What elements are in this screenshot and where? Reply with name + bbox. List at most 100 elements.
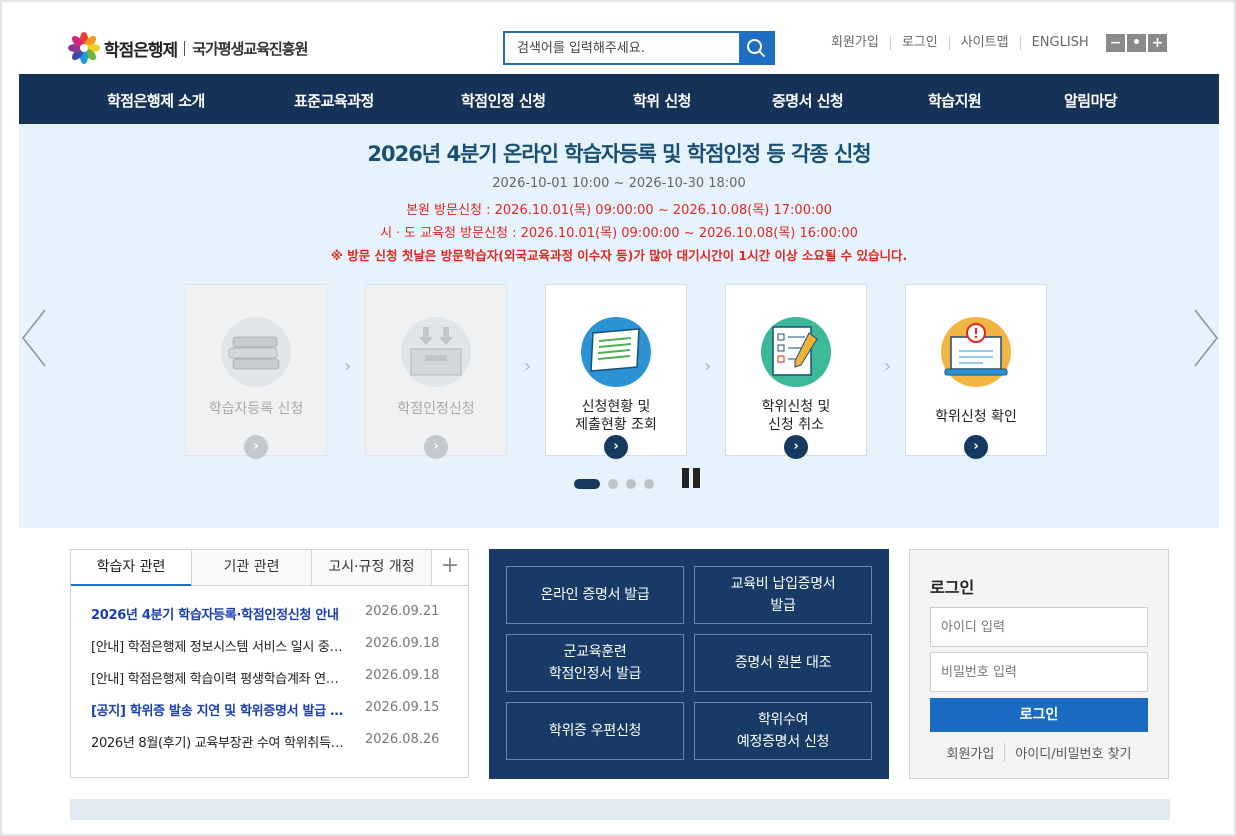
document-list-icon [581, 317, 651, 387]
step-label: 학위신청 확인 [935, 409, 1017, 425]
list-item[interactable]: [안내] 학점은행제 학습이력 평생학습계좌 연계 안내 2026.09.18 [91, 668, 451, 700]
login-box: 로그인 로그인 회원가입 아이디/비밀번호 찾기 [909, 549, 1169, 779]
slide-dot[interactable] [644, 479, 654, 489]
tab-regulation[interactable]: 고시·규정 개정 [311, 550, 431, 586]
notice-board: 학습자 관련 기관 관련 고시·규정 개정 + 2026년 4분기 학습자등록·… [70, 549, 469, 778]
quick-menu: 온라인 증명서 발급 교육비 납입증명서 발급 군교육훈련 학점인정서 발급 증… [489, 549, 889, 779]
books-icon [221, 317, 291, 387]
quick-label-2: 예정증명서 신청 [736, 734, 830, 750]
diploma-mail-button[interactable]: 학위증 우편신청 [506, 702, 684, 760]
search-input[interactable] [505, 33, 739, 63]
step-go-icon[interactable]: › [964, 435, 988, 459]
login-link[interactable]: 로그인 [889, 36, 949, 50]
notice-title[interactable]: 2026년 8월(후기) 교육부장관 수여 학위취득자 안내 [91, 732, 345, 751]
quick-label: 학위수여 [757, 712, 809, 728]
list-item[interactable]: 2026년 4분기 학습자등록·학점인정신청 안내 2026.09.21 [91, 604, 451, 636]
join-link[interactable]: 회원가입 [937, 743, 1005, 762]
quick-label-2: 발급 [770, 598, 796, 614]
step-degree-confirm[interactable]: 학위신청 확인 › [905, 284, 1047, 459]
site-logo[interactable]: 학점은행제 국가평생교육진흥원 [68, 32, 308, 64]
tab-institution[interactable]: 기관 관련 [191, 550, 311, 586]
step-separator-icon: › [524, 356, 532, 377]
banner-title: 2026년 4분기 온라인 학습자등록 및 학점인정 등 각종 신청 [367, 142, 871, 166]
banner-visit-office: 시ㆍ도 교육청 방문신청 : 2026.10.01(목) 09:00:00 ~ … [380, 226, 858, 241]
page-frame: 학점은행제 국가평생교육진흥원 회원가입 로그인 사이트맵 ENGLISH − … [0, 0, 1236, 836]
military-credit-button[interactable]: 군교육훈련 학점인정서 발급 [506, 634, 684, 692]
notice-date: 2026.09.21 [365, 604, 440, 619]
nav-intro[interactable]: 학점은행제 소개 [107, 90, 205, 111]
notice-title[interactable]: [안내] 학점은행제 학습이력 평생학습계좌 연계 안내 [91, 668, 345, 687]
quick-label: 교육비 납입증명서 [730, 576, 836, 592]
login-links: 회원가입 아이디/비밀번호 찾기 [930, 743, 1148, 762]
notice-list: 2026년 4분기 학습자등록·학점인정신청 안내 2026.09.21 [안내… [91, 604, 451, 764]
tuition-certificate-button[interactable]: 교육비 납입증명서 발급 [694, 566, 872, 624]
quick-label: 학위증 우편신청 [548, 723, 642, 739]
slide-dot[interactable] [626, 479, 636, 489]
slide-next-icon[interactable] [1189, 308, 1219, 368]
nav-degree-application[interactable]: 학위 신청 [633, 90, 691, 111]
step-label-2: 신청 취소 [768, 417, 824, 433]
banner-visit-main: 본원 방문신청 : 2026.10.01(목) 09:00:00 ~ 2026.… [406, 203, 832, 218]
notice-date: 2026.09.15 [365, 700, 440, 715]
step-label: 학점인정신청 [397, 401, 475, 417]
step-go-icon[interactable]: › [244, 435, 268, 459]
password-input[interactable] [930, 652, 1148, 692]
step-go-icon[interactable]: › [784, 435, 808, 459]
pause-icon[interactable] [682, 468, 702, 488]
step-separator-icon: › [344, 356, 352, 377]
english-link[interactable]: ENGLISH [1019, 36, 1100, 50]
tab-learner[interactable]: 학습자 관련 [71, 550, 191, 586]
search-button[interactable] [739, 33, 773, 63]
more-plus-icon[interactable]: + [431, 550, 468, 586]
list-item[interactable]: [안내] 학점은행제 정보시스템 서비스 일시 중단 안내 2026.09.18 [91, 636, 451, 668]
find-account-link[interactable]: 아이디/비밀번호 찾기 [1004, 743, 1141, 762]
laptop-bulb-icon [941, 317, 1011, 387]
notice-title[interactable]: [공지] 학위증 발송 지연 및 학위증명서 발급 안내 [91, 700, 345, 719]
nav-standard-curriculum[interactable]: 표준교육과정 [294, 90, 374, 111]
quick-label-2: 학점인정서 발급 [548, 666, 642, 682]
slide-pagination [574, 479, 654, 489]
join-link[interactable]: 회원가입 [820, 36, 890, 50]
sitemap-link[interactable]: 사이트맵 [948, 36, 1020, 50]
logo-divider [184, 40, 186, 56]
nav-credit-recognition[interactable]: 학점인정 신청 [461, 90, 546, 111]
notice-title[interactable]: 2026년 4분기 학습자등록·학점인정신청 안내 [91, 604, 345, 623]
quick-label: 군교육훈련 [563, 644, 627, 660]
login-button[interactable]: 로그인 [930, 698, 1148, 732]
step-label: 학습자등록 신청 [208, 401, 304, 417]
step-degree-apply-cancel[interactable]: 학위신청 및 신청 취소 › [725, 284, 867, 459]
id-input[interactable] [930, 607, 1148, 647]
step-separator-icon: › [884, 356, 892, 377]
step-label: 학위신청 및 [761, 399, 831, 415]
step-credit-recognition[interactable]: 학점인정신청 › [365, 284, 507, 459]
step-go-icon[interactable]: › [424, 435, 448, 459]
slide-dot-active[interactable] [574, 479, 600, 489]
quick-label: 온라인 증명서 발급 [540, 587, 650, 603]
certificate-verify-button[interactable]: 증명서 원본 대조 [694, 634, 872, 692]
notice-title[interactable]: [안내] 학점은행제 정보시스템 서비스 일시 중단 안내 [91, 636, 345, 655]
zoom-reset-button[interactable]: • [1127, 34, 1146, 52]
nav-notice-board[interactable]: 알림마당 [1064, 90, 1118, 111]
step-separator-icon: › [704, 356, 712, 377]
nav-certificate[interactable]: 증명서 신청 [772, 90, 844, 111]
logo-title: 학점은행제 [104, 40, 178, 61]
main-banner: 2026년 4분기 온라인 학습자등록 및 학점인정 등 각종 신청 2026-… [19, 124, 1219, 528]
utility-links: 회원가입 로그인 사이트맵 ENGLISH [820, 36, 1100, 50]
nav-learning-support[interactable]: 학습지원 [928, 90, 982, 111]
quick-label: 증명서 원본 대조 [734, 655, 832, 671]
online-certificate-button[interactable]: 온라인 증명서 발급 [506, 566, 684, 624]
notice-tabs: 학습자 관련 기관 관련 고시·규정 개정 + [71, 550, 468, 586]
step-label: 신청현황 및 [581, 399, 651, 415]
step-learner-registration[interactable]: 학습자등록 신청 › [185, 284, 327, 459]
list-item[interactable]: 2026년 8월(후기) 교육부장관 수여 학위취득자 안내 2026.08.2… [91, 732, 451, 764]
slide-dot[interactable] [608, 479, 618, 489]
step-go-icon[interactable]: › [604, 435, 628, 459]
banner-period: 2026-10-01 10:00 ~ 2026-10-30 18:00 [492, 176, 746, 191]
zoom-in-button[interactable]: + [1148, 34, 1167, 52]
list-item[interactable]: [공지] 학위증 발송 지연 및 학위증명서 발급 안내 2026.09.15 [91, 700, 451, 732]
slide-prev-icon[interactable] [21, 308, 51, 368]
step-status-inquiry[interactable]: 신청현황 및 제출현황 조회 › [545, 284, 687, 459]
expected-degree-button[interactable]: 학위수여 예정증명서 신청 [694, 702, 872, 760]
zoom-out-button[interactable]: − [1106, 34, 1125, 52]
banner-warning: ※ 방문 신청 첫날은 방문학습자(외국교육과정 이수자 등)가 많아 대기시간… [330, 248, 908, 263]
